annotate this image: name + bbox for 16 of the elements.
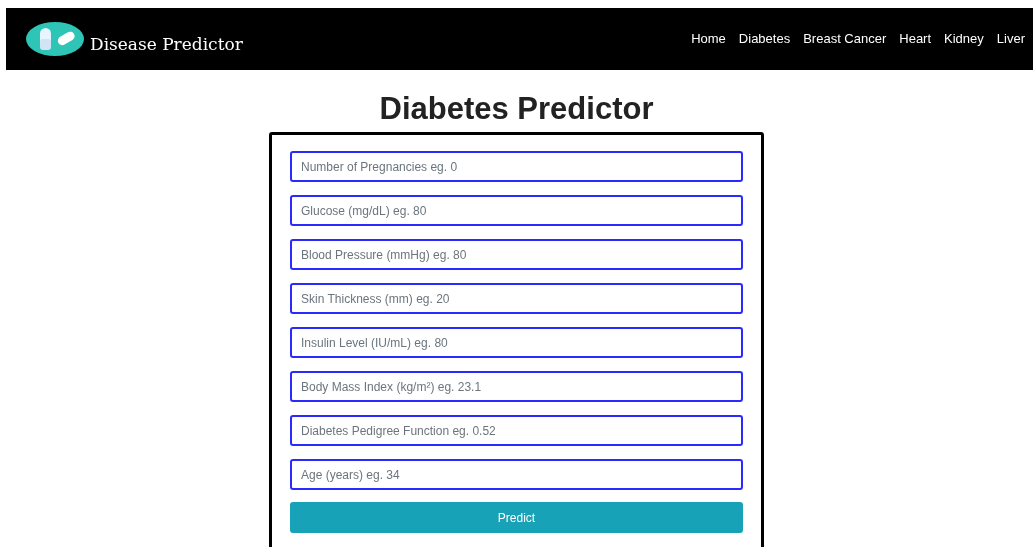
input-field[interactable]: Number of Pregnancies eg. 0: [290, 151, 743, 182]
input-field[interactable]: Blood Pressure (mmHg) eg. 80: [290, 239, 743, 270]
nav-link[interactable]: Home: [691, 29, 726, 49]
nav-link[interactable]: Diabetes: [738, 29, 791, 49]
page-title: Diabetes Predictor: [378, 90, 655, 128]
input-field[interactable]: Diabetes Pedigree Function eg. 0.52: [290, 415, 743, 446]
nav-link[interactable]: Kidney: [944, 29, 984, 49]
input-field[interactable]: Age (years) eg. 34: [290, 459, 743, 490]
input-field[interactable]: Body Mass Index (kg/m²) eg. 23.1: [290, 371, 743, 402]
nav-link[interactable]: Breast Cancer: [803, 29, 887, 49]
input-field[interactable]: Glucose (mg/dL) eg. 80: [290, 195, 743, 226]
brand-name[interactable]: Disease Predictor: [90, 32, 243, 58]
input-field[interactable]: Insulin Level (IU/mL) eg. 80: [290, 327, 743, 358]
nav-link[interactable]: Heart: [899, 29, 932, 49]
nav-link[interactable]: Liver: [996, 29, 1025, 49]
input-field[interactable]: Skin Thickness (mm) eg. 20: [290, 283, 743, 314]
